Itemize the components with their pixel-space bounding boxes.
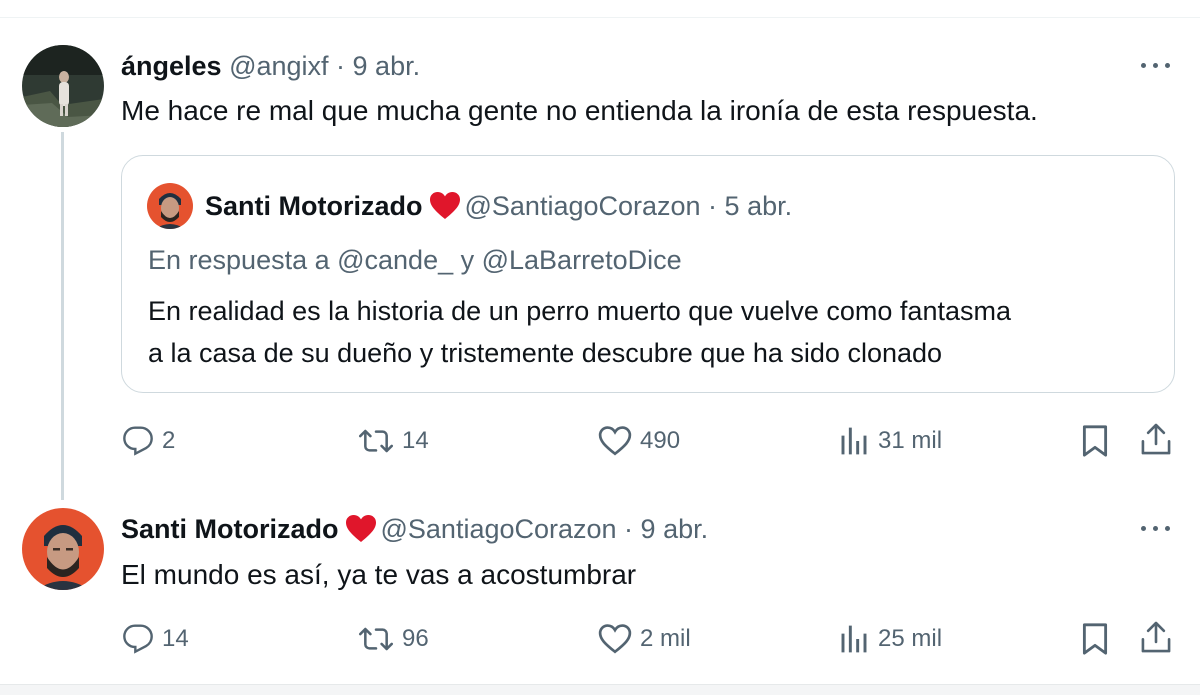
tweet1-handle-date[interactable]: @angixf · 9 abr. [229, 51, 420, 81]
tweet1-view-count: 31 mil [878, 427, 943, 454]
tweet1-header: ángeles @angixf · 9 abr. [121, 50, 420, 82]
tweet1-like-count: 490 [640, 427, 681, 454]
tweet1-like-button[interactable]: 490 [598, 425, 680, 457]
tweet2-repost-button[interactable]: 96 [358, 623, 429, 655]
tweet1-bookmark-button[interactable] [1080, 424, 1110, 458]
share-upload-icon [1141, 621, 1171, 653]
tweet2-handle-date[interactable]: @SantiagoCorazon · 9 abr. [381, 514, 709, 544]
tweet1-share-button[interactable] [1140, 423, 1172, 457]
quoted-tweet[interactable]: Santi Motorizado @SantiagoCorazon · 5 abr… [121, 155, 1175, 393]
tweet1-views-button[interactable]: 31 mil [840, 425, 942, 457]
repost-arrows-icon [359, 429, 393, 453]
tweet2-reply-button[interactable]: 14 [122, 623, 189, 655]
tweet2-author-name[interactable]: Santi Motorizado [121, 514, 339, 544]
bar-chart-icon [841, 427, 867, 455]
bottom-divider [0, 684, 1200, 695]
top-divider [0, 17, 1200, 18]
quote-avatar [147, 183, 193, 229]
quote-text: En realidad es la historia de un perro m… [148, 290, 1011, 374]
heart-outline-icon [598, 624, 632, 654]
quote-reply-context: En respuesta a @cande_ y @LaBarretoDice [148, 245, 682, 275]
tweet1-repost-count: 14 [402, 427, 429, 454]
tweet2-reply-count: 14 [162, 625, 189, 652]
red-heart-icon [345, 514, 377, 550]
tweet2-like-count: 2 mil [640, 625, 691, 652]
bookmark-icon [1082, 623, 1108, 655]
speech-bubble-icon [123, 426, 153, 456]
speech-bubble-icon [123, 624, 153, 654]
tweet1-reply-count: 2 [162, 427, 176, 454]
tweet1-more-icon[interactable] [1141, 60, 1175, 72]
tweet2-bookmark-button[interactable] [1080, 622, 1110, 656]
tweet2-text: El mundo es así, ya te vas a acostumbrar [121, 559, 637, 590]
tweet2-like-button[interactable]: 2 mil [598, 623, 691, 655]
avatar-santi[interactable] [22, 508, 104, 590]
tweet1-author-name[interactable]: ángeles [121, 51, 222, 81]
tweet1-text: Me hace re mal que mucha gente no entien… [121, 95, 1038, 126]
tweet2-repost-count: 96 [402, 625, 429, 652]
heart-outline-icon [598, 426, 632, 456]
avatar-angeles[interactable] [22, 45, 104, 127]
tweet2-views-button[interactable]: 25 mil [840, 623, 942, 655]
tweet1-repost-button[interactable]: 14 [358, 425, 429, 457]
share-upload-icon [1141, 423, 1171, 455]
bar-chart-icon [841, 625, 867, 653]
bookmark-icon [1082, 425, 1108, 457]
quote-handle-date[interactable]: @SantiagoCorazon · 5 abr. [465, 191, 793, 221]
quote-text-line2: a la casa de su dueño y tristemente desc… [148, 338, 943, 368]
tweet1-reply-button[interactable]: 2 [122, 425, 175, 457]
red-heart-icon [429, 191, 461, 227]
repost-arrows-icon [359, 627, 393, 651]
tweet2-share-button[interactable] [1140, 621, 1172, 655]
quote-text-line1: En realidad es la historia de un perro m… [148, 296, 1011, 326]
tweet2-more-icon[interactable] [1141, 523, 1175, 535]
thread-line [61, 132, 64, 500]
quote-header: Santi Motorizado @SantiagoCorazon · 5 abr… [205, 190, 792, 227]
tweet2-header: Santi Motorizado @SantiagoCorazon · 9 abr… [121, 513, 708, 550]
tweet2-view-count: 25 mil [878, 625, 943, 652]
quote-author-name[interactable]: Santi Motorizado [205, 191, 423, 221]
